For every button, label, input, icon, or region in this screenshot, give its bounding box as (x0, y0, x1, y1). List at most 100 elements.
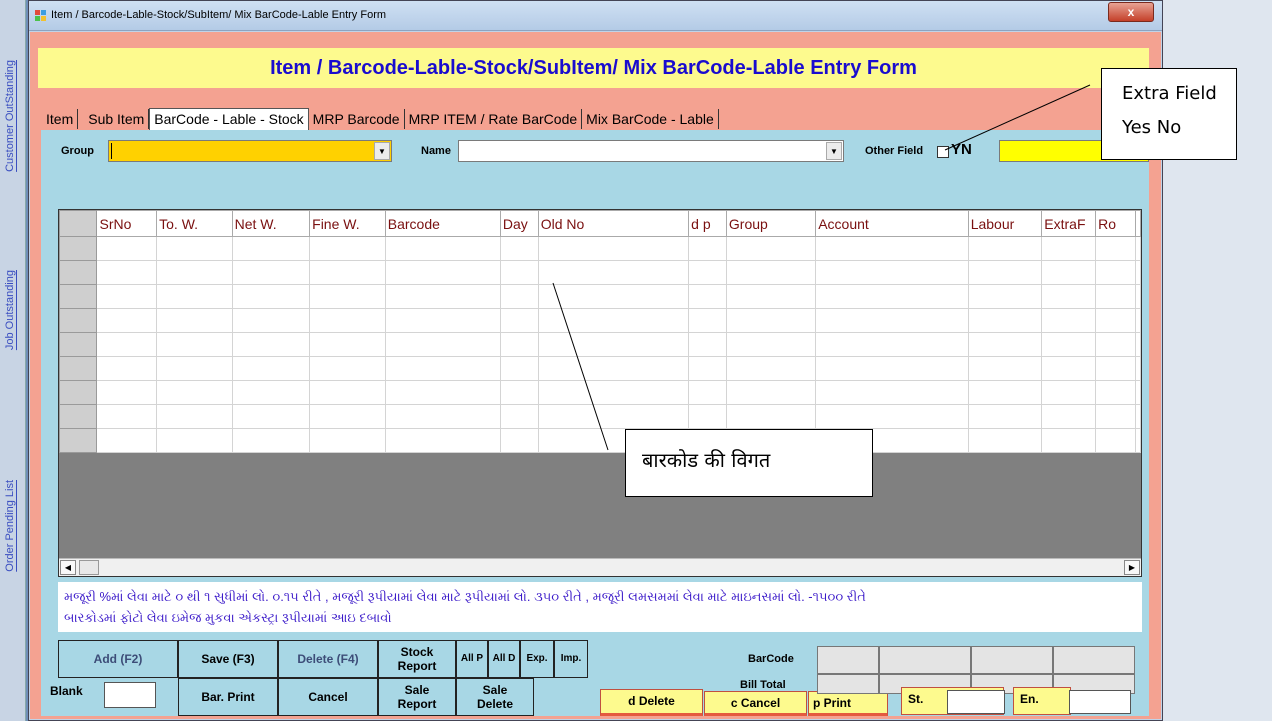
grid-cell[interactable] (309, 380, 386, 405)
tab-mix-barcode-lable[interactable]: Mix BarCode - Lable (582, 109, 719, 129)
grid-cell[interactable] (1041, 332, 1097, 357)
grid-cell[interactable] (1135, 332, 1141, 357)
grid-cell[interactable] (499, 356, 539, 381)
row-header[interactable] (59, 428, 98, 453)
grid-cell[interactable] (1135, 308, 1141, 333)
table-row[interactable] (59, 356, 1141, 381)
grid-cell[interactable] (815, 380, 969, 405)
grid-cell[interactable] (384, 404, 501, 429)
grid-cell[interactable] (499, 404, 539, 429)
barcode-grid[interactable]: SrNo To. W. Net W. Fine W. Barcode Day Old No d… (58, 209, 1142, 577)
side-link-job-outstanding[interactable]: Job Outstanding (4, 270, 16, 350)
grid-cell[interactable] (499, 236, 539, 261)
grid-cell[interactable] (309, 260, 386, 285)
p-print-button[interactable]: p Print (808, 691, 888, 716)
blank-input[interactable] (104, 682, 156, 708)
grid-cell[interactable] (231, 260, 311, 285)
grid-cell[interactable] (725, 260, 817, 285)
grid-cell[interactable] (537, 332, 690, 357)
column-header-group[interactable]: Group (725, 210, 817, 237)
grid-cell[interactable] (96, 380, 158, 405)
grid-cell[interactable] (688, 308, 727, 333)
group-combo[interactable]: ▼ (108, 140, 392, 162)
grid-cell[interactable] (1041, 236, 1097, 261)
grid-cell[interactable] (96, 236, 158, 261)
grid-cell[interactable] (1095, 332, 1136, 357)
tab-item[interactable]: Item (42, 109, 79, 129)
grid-cell[interactable] (537, 356, 690, 381)
grid-cell[interactable] (688, 356, 727, 381)
grid-cell[interactable] (1095, 236, 1136, 261)
grid-cell[interactable] (1095, 356, 1136, 381)
grid-cell[interactable] (815, 356, 969, 381)
grid-cell[interactable] (1041, 356, 1097, 381)
st-input[interactable] (947, 690, 1005, 714)
grid-cell[interactable] (309, 332, 386, 357)
grid-cell[interactable] (231, 332, 311, 357)
grid-cell[interactable] (967, 356, 1043, 381)
all-d-button[interactable]: All D (488, 640, 520, 678)
grid-cell[interactable] (815, 260, 969, 285)
row-header[interactable] (59, 236, 98, 261)
scroll-left-icon[interactable]: ◀ (60, 560, 76, 575)
tab-mrp-barcode[interactable]: MRP Barcode (309, 109, 405, 129)
column-header-day[interactable]: Day (499, 210, 539, 237)
import-button[interactable]: Imp. (554, 640, 588, 678)
grid-cell[interactable] (688, 236, 727, 261)
grid-cell[interactable] (231, 236, 311, 261)
grid-cell[interactable] (725, 308, 817, 333)
add-button[interactable]: Add (F2) (58, 640, 178, 678)
row-header[interactable] (59, 356, 98, 381)
grid-cell[interactable] (231, 428, 311, 453)
column-header-extraf[interactable]: ExtraF (1041, 210, 1097, 237)
grid-cell[interactable] (309, 236, 386, 261)
grid-cell[interactable] (725, 356, 817, 381)
grid-cell[interactable] (96, 260, 158, 285)
table-row[interactable] (59, 260, 1141, 285)
grid-cell[interactable] (231, 284, 311, 309)
grid-cell[interactable] (384, 284, 501, 309)
grid-cell[interactable] (967, 284, 1043, 309)
grid-cell[interactable] (96, 332, 158, 357)
row-header[interactable] (59, 332, 98, 357)
grid-cell[interactable] (688, 284, 727, 309)
grid-cell[interactable] (1041, 380, 1097, 405)
grid-cell[interactable] (384, 332, 501, 357)
grid-cell[interactable] (384, 380, 501, 405)
grid-cell[interactable] (156, 380, 233, 405)
column-header-old-no[interactable]: Old No (537, 210, 690, 237)
grid-cell[interactable] (725, 404, 817, 429)
row-header[interactable] (59, 404, 98, 429)
grid-cell[interactable] (96, 308, 158, 333)
grid-cell[interactable] (967, 236, 1043, 261)
grid-cell[interactable] (1135, 428, 1141, 453)
grid-cell[interactable] (384, 428, 501, 453)
column-header-labour[interactable]: Labour (967, 210, 1043, 237)
grid-cell[interactable] (156, 428, 233, 453)
grid-cell[interactable] (231, 308, 311, 333)
grid-cell[interactable] (499, 284, 539, 309)
chevron-down-icon[interactable]: ▼ (374, 142, 390, 160)
grid-cell[interactable] (499, 260, 539, 285)
grid-cell[interactable] (967, 308, 1043, 333)
table-row[interactable] (59, 332, 1141, 357)
grid-cell[interactable] (537, 308, 690, 333)
other-field-checkbox[interactable] (937, 146, 949, 158)
grid-cell[interactable] (1041, 260, 1097, 285)
table-row[interactable] (59, 380, 1141, 405)
column-header-barcode[interactable]: Barcode (384, 210, 501, 237)
grid-cell[interactable] (537, 236, 690, 261)
name-combo[interactable]: ▼ (458, 140, 844, 162)
grid-cell[interactable] (967, 260, 1043, 285)
sale-delete-button[interactable]: Sale Delete (456, 678, 534, 716)
table-row[interactable] (59, 428, 1141, 453)
all-p-button[interactable]: All P (456, 640, 488, 678)
grid-cell[interactable] (967, 332, 1043, 357)
column-header-srno[interactable]: SrNo (96, 210, 158, 237)
grid-cell[interactable] (688, 332, 727, 357)
grid-cell[interactable] (1095, 284, 1136, 309)
grid-cell[interactable] (96, 284, 158, 309)
grid-cell[interactable] (815, 332, 969, 357)
sale-report-button[interactable]: Sale Report (378, 678, 456, 716)
grid-cell[interactable] (1095, 260, 1136, 285)
